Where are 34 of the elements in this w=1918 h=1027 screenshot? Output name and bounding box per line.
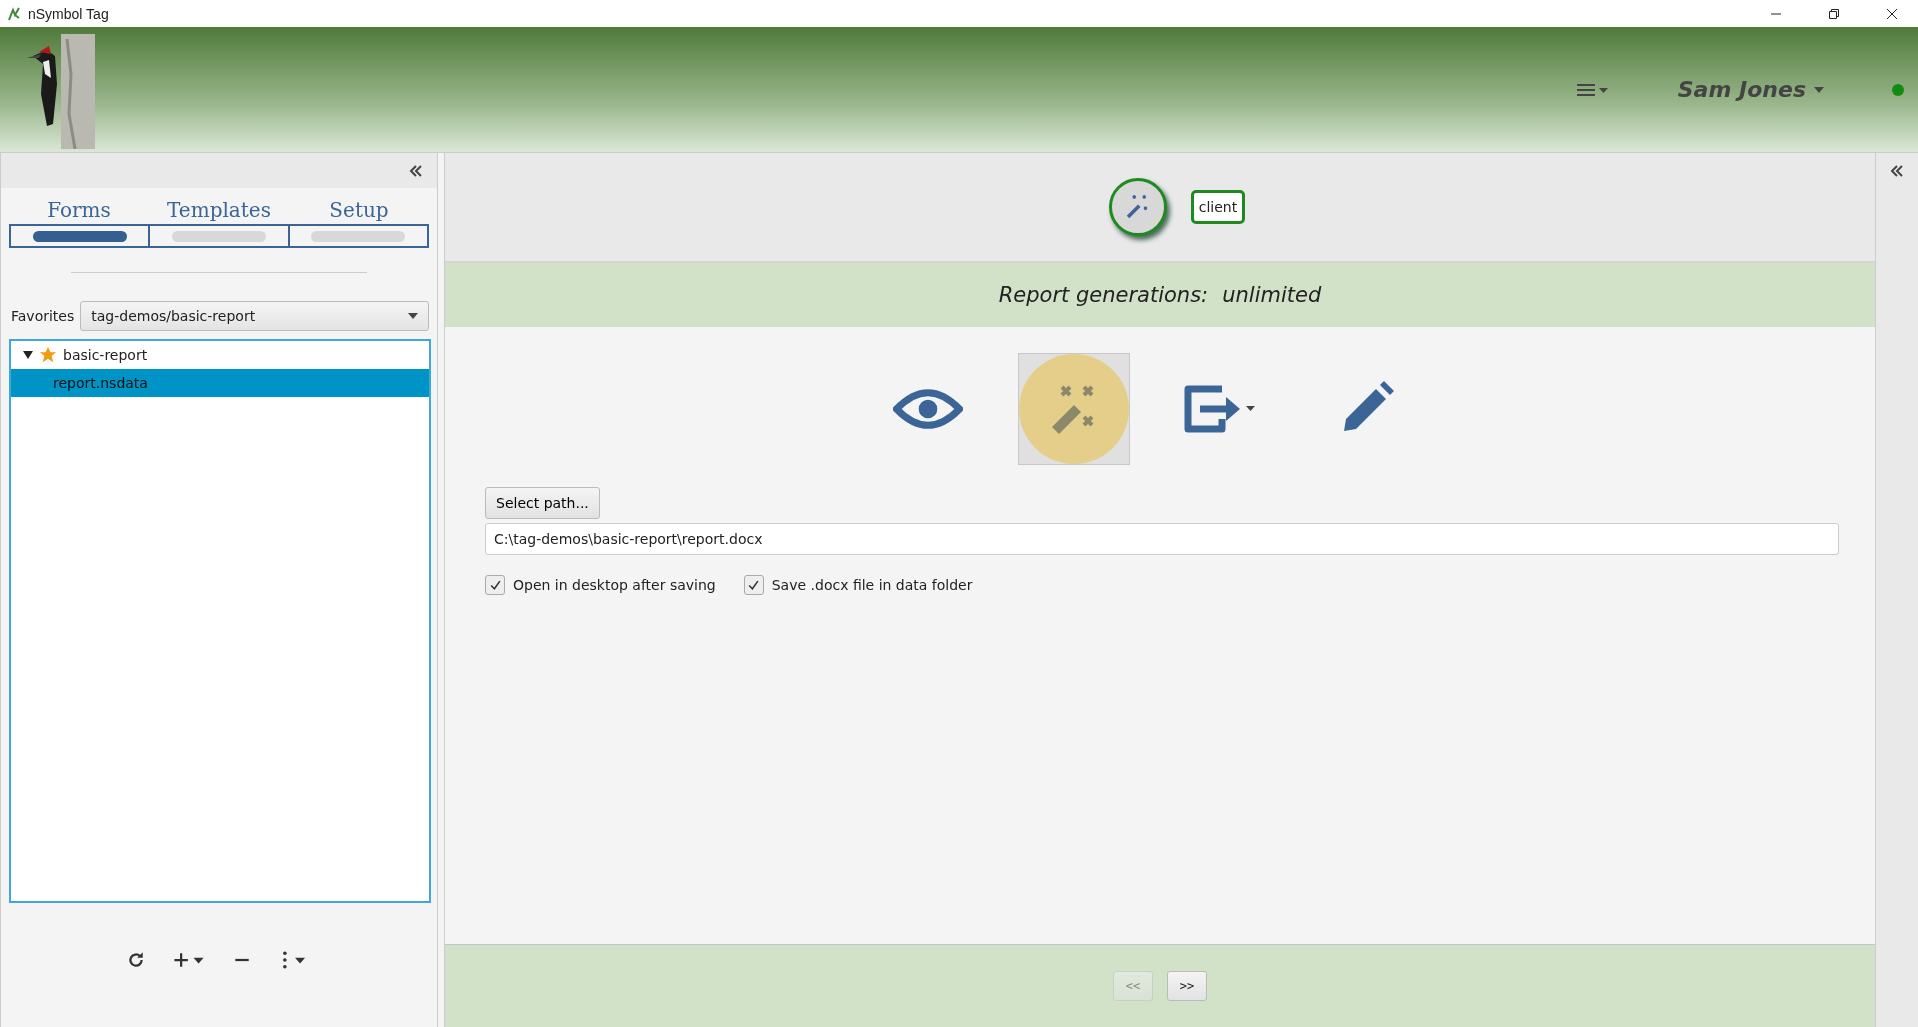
favorites-dropdown[interactable]: tag-demos/basic-report: [80, 301, 429, 331]
page-nav-button[interactable]: >>: [1167, 971, 1207, 1001]
select-path-button[interactable]: Select path...: [485, 487, 600, 519]
refresh-icon[interactable]: [127, 951, 145, 969]
caret-icon: [408, 313, 418, 319]
menu-icon[interactable]: [1575, 81, 1610, 98]
generate-action-button[interactable]: [1018, 353, 1130, 465]
mode-tag: client: [1190, 190, 1246, 224]
sidebar-tab[interactable]: Forms: [47, 198, 111, 222]
favorites-label: Favorites: [11, 308, 75, 324]
checkmark-icon: [747, 578, 761, 592]
window-title: nSymbol Tag: [28, 5, 109, 22]
checkbox-label: Save .docx file in data folder: [771, 577, 973, 593]
checkbox-label: Open in desktop after saving: [513, 577, 716, 593]
checkbox[interactable]: [485, 575, 505, 595]
collapse-icon[interactable]: [1890, 165, 1904, 177]
user-menu[interactable]: Sam Jones: [1677, 77, 1824, 102]
generations-value: unlimited: [1222, 283, 1322, 307]
caret-icon: [1814, 86, 1824, 93]
app-logo-icon: [6, 5, 22, 22]
close-icon[interactable]: [1886, 7, 1898, 20]
generations-label: Report generations:: [998, 283, 1209, 307]
checkmark-icon: [488, 578, 502, 592]
tree-item[interactable]: basic-report: [11, 341, 429, 369]
sidebar-tab[interactable]: Templates: [167, 198, 271, 222]
add-menu-icon[interactable]: [173, 951, 205, 969]
checkbox[interactable]: [743, 575, 764, 595]
path-field[interactable]: C:\tag-demos\basic-report\report.docx: [485, 523, 1839, 555]
sidebar-tab[interactable]: Setup: [329, 198, 389, 222]
expand-arrow-icon[interactable]: [23, 350, 33, 360]
restore-icon[interactable]: [1828, 7, 1840, 20]
collapse-icon[interactable]: [409, 164, 423, 177]
tree-item[interactable]: report.nsdata: [11, 369, 429, 397]
generate-mode-button[interactable]: [1108, 178, 1167, 236]
